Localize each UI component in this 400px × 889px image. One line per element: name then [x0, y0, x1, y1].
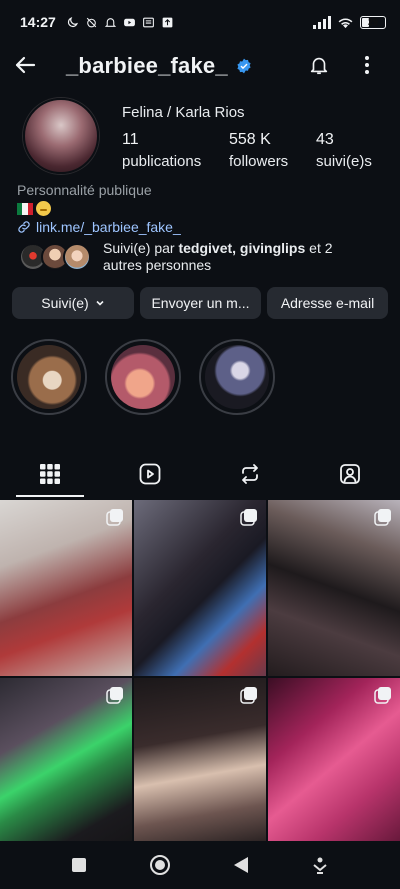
tagged-icon [340, 464, 360, 484]
mutual-avatars [19, 241, 95, 273]
post-thumbnail[interactable] [0, 678, 132, 854]
reposts-icon [242, 464, 258, 484]
highlight-thumbnail [111, 345, 175, 409]
stat-value: 43 [316, 131, 334, 148]
profile-avatar[interactable] [23, 98, 99, 174]
home-button[interactable] [149, 854, 171, 876]
recents-button[interactable] [71, 857, 87, 873]
display-name: Felina / Karla Rios [122, 104, 245, 121]
grid-icon [40, 464, 60, 484]
highlight-thumbnail [205, 345, 269, 409]
system-nav-bar [0, 841, 400, 889]
signal-icon [313, 15, 331, 29]
wifi-icon [338, 17, 353, 28]
profile-header: _barbiee_fake_ [0, 44, 400, 88]
carousel-icon [106, 509, 123, 526]
upload-icon [162, 17, 173, 27]
back-arrow-icon [15, 56, 36, 74]
highlight-item[interactable] [199, 339, 275, 415]
link-icon [18, 221, 30, 233]
alarm-off-icon [86, 17, 97, 27]
tab-posts[interactable] [0, 451, 100, 497]
stat-label: publications [122, 153, 202, 170]
story-highlights [11, 339, 275, 415]
following-label: Suivi(e) [41, 295, 89, 311]
tab-reels[interactable] [100, 451, 200, 497]
stat-following[interactable]: 43 suivi(e)s [316, 131, 372, 170]
message-label: Envoyer un m... [151, 295, 250, 311]
carousel-icon [374, 687, 391, 704]
carousel-icon [374, 509, 391, 526]
post-thumbnail[interactable] [134, 500, 266, 676]
stat-label: followers [229, 153, 289, 170]
bell-status-icon [104, 17, 116, 27]
highlight-thumbnail [17, 345, 81, 409]
carousel-icon [240, 687, 257, 704]
message-button[interactable]: Envoyer un m... [140, 287, 261, 319]
stat-followers[interactable]: 558 K followers [229, 131, 288, 170]
carousel-icon [240, 509, 257, 526]
mutual-avatar-3 [63, 243, 91, 271]
more-options-button[interactable] [355, 50, 379, 80]
stat-label: suivi(e)s [316, 153, 372, 170]
notifications-button[interactable] [304, 50, 334, 80]
followed-by-text: Suivi(e) par tedgivet, givinglips et 2 a… [103, 240, 333, 273]
tab-reposts[interactable] [200, 451, 300, 497]
youtube-icon [123, 18, 135, 26]
followed-by[interactable]: Suivi(e) par tedgivet, givinglips et 2 a… [19, 240, 353, 274]
post-thumbnail[interactable] [268, 678, 400, 854]
post-thumbnail[interactable] [134, 678, 266, 854]
post-thumbnail[interactable] [268, 500, 400, 676]
profile-actions: Suivi(e) Envoyer un m... Adresse e-mail [12, 287, 388, 319]
news-icon [142, 17, 154, 27]
mexico-flag-icon [17, 203, 33, 215]
stat-value: 11 [122, 131, 139, 148]
stat-value: 558 K [229, 131, 271, 148]
more-vertical-icon [365, 56, 369, 74]
profile-tabs [0, 451, 400, 497]
following-button[interactable]: Suivi(e) [12, 287, 134, 319]
grimace-emoji-icon [36, 201, 51, 216]
carousel-icon [106, 687, 123, 704]
reels-icon [139, 463, 161, 485]
moon-icon [67, 16, 78, 27]
back-button[interactable] [10, 50, 40, 80]
stat-publications[interactable]: 11 publications [122, 131, 201, 170]
profile-username: _barbiee_fake_ [66, 53, 252, 79]
email-button[interactable]: Adresse e-mail [267, 287, 388, 319]
back-nav-button[interactable] [233, 856, 249, 874]
verified-badge-icon [237, 58, 251, 74]
chevron-down-icon [96, 300, 104, 306]
posts-grid [0, 500, 400, 854]
email-label: Adresse e-mail [280, 295, 375, 311]
tab-tagged[interactable] [300, 451, 400, 497]
keyboard-hide-button[interactable] [311, 856, 329, 874]
profile-category: Personnalité publique [17, 182, 152, 198]
username-text: _barbiee_fake_ [66, 53, 228, 78]
link-text: link.me/_barbiee_fake_ [36, 219, 181, 235]
status-bar: 14:27 29 [0, 0, 400, 44]
bio-emojis [17, 201, 51, 216]
highlight-item[interactable] [105, 339, 181, 415]
profile-link[interactable]: link.me/_barbiee_fake_ [17, 219, 181, 235]
highlight-item[interactable] [11, 339, 87, 415]
battery-icon: 29 [360, 15, 386, 29]
status-time: 14:27 [20, 14, 56, 30]
post-thumbnail[interactable] [0, 500, 132, 676]
bell-icon [310, 57, 328, 75]
